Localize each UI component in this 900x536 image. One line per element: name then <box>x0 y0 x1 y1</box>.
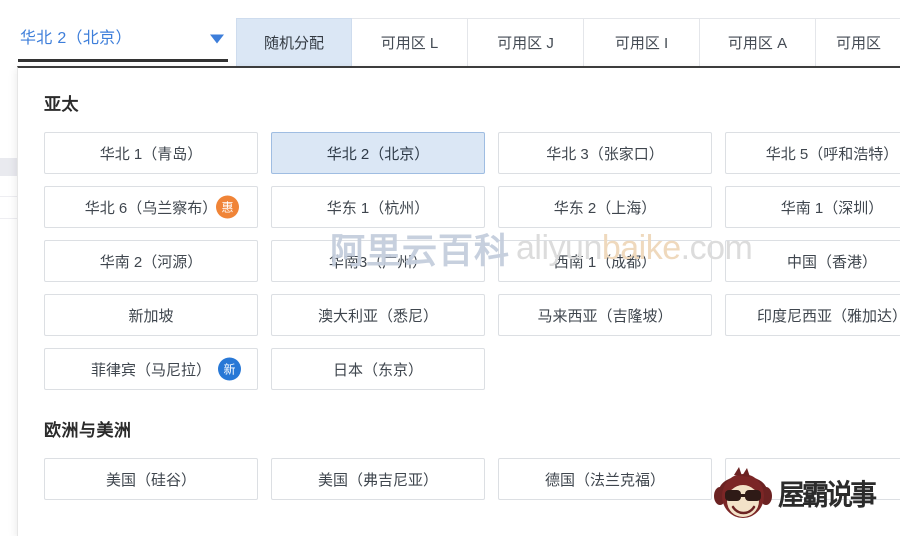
region-item[interactable]: 华北 3（张家口） <box>498 132 712 174</box>
zone-tab-label: 可用区 J <box>497 35 554 52</box>
region-item-label: 华南3（广州） <box>328 253 428 271</box>
zone-tab-label: 可用区 L <box>380 35 439 52</box>
zone-tab-2[interactable]: 可用区 J <box>468 18 584 67</box>
region-item-label: 菲律宾（马尼拉） <box>90 361 211 379</box>
region-item[interactable]: 印度尼西亚（雅加达） <box>725 294 900 336</box>
region-item-label: 德国（法兰克福） <box>544 471 665 489</box>
region-selector[interactable]: 华北 2（北京） <box>18 18 228 62</box>
region-item[interactable]: 澳大利亚（悉尼） <box>271 294 485 336</box>
region-item[interactable]: 日本（东京） <box>271 348 485 390</box>
region-item-label: 印度尼西亚（雅加达） <box>756 307 900 325</box>
region-item-label: 澳大利亚（悉尼） <box>317 307 438 325</box>
region-item-badge: 新 <box>218 357 241 381</box>
region-item-label: 华东 2（上海） <box>553 199 657 217</box>
region-item[interactable]: 华北 5（呼和浩特） <box>725 132 900 174</box>
region-group-title-asia-pacific: 亚太 <box>44 95 79 114</box>
zone-tab-bar: 随机分配 可用区 L 可用区 J 可用区 I 可用区 A 可用区 <box>236 18 900 67</box>
region-group-title-europe-americas: 欧洲与美洲 <box>44 421 132 440</box>
region-item-label: 中国（香港） <box>786 253 877 271</box>
region-item-label: 华北 1（青岛） <box>99 145 203 163</box>
zone-tab-0[interactable]: 随机分配 <box>236 18 352 67</box>
region-item[interactable]: 西南 1（成都） <box>498 240 712 282</box>
zone-tab-5[interactable]: 可用区 <box>816 18 900 67</box>
top-bar: 华北 2（北京） 随机分配 可用区 L 可用区 J 可用区 I 可用区 A 可用区 <box>0 0 900 68</box>
region-item-label: 华北 6（乌兰察布） <box>84 199 218 217</box>
region-item-label: 华南 1（深圳） <box>780 199 884 217</box>
region-item[interactable]: 德国（法兰克福） <box>498 458 712 500</box>
region-item[interactable]: 美国（弗吉尼亚） <box>271 458 485 500</box>
region-item[interactable]: 华北 1（青岛） <box>44 132 258 174</box>
region-grid-asia-pacific: 华北 1（青岛） 华北 2（北京） 华北 3（张家口） 华北 5（呼和浩特） 华北 6（… <box>44 132 900 390</box>
region-grid-europe-americas: 美国（硅谷） 美国（弗吉尼亚） 德国（法兰克福） <box>44 458 900 500</box>
zone-tab-3[interactable]: 可用区 I <box>584 18 700 67</box>
region-item[interactable]: 菲律宾（马尼拉） 新 <box>44 348 258 390</box>
region-item-label: 华北 5（呼和浩特） <box>765 145 899 163</box>
region-item <box>725 458 900 500</box>
region-item-label: 西南 1（成都） <box>553 253 657 271</box>
region-selector-value: 华北 2（北京） <box>20 29 132 47</box>
region-item-label: 美国（弗吉尼亚） <box>317 471 438 489</box>
region-item[interactable]: 华北 6（乌兰察布）惠 <box>44 186 258 228</box>
chevron-down-icon[interactable] <box>210 34 224 43</box>
region-item[interactable]: 中国（香港） <box>725 240 900 282</box>
region-item-label: 马来西亚（吉隆坡） <box>537 307 673 325</box>
zone-tab-label: 可用区 A <box>727 35 788 52</box>
region-item-label: 日本（东京） <box>332 361 423 379</box>
zone-tab-label: 可用区 <box>836 35 882 52</box>
zone-tab-4[interactable]: 可用区 A <box>700 18 816 67</box>
zone-tab-label: 随机分配 <box>263 35 324 52</box>
region-item-label: 美国（硅谷） <box>105 471 196 489</box>
region-item-label: 新加坡 <box>128 307 174 325</box>
region-item[interactable]: 华北 2（北京） <box>271 132 485 174</box>
zone-tab-1[interactable]: 可用区 L <box>352 18 468 67</box>
region-item[interactable]: 新加坡 <box>44 294 258 336</box>
region-item-label: 华北 2（北京） <box>326 145 430 163</box>
region-item-label: 华南 2（河源） <box>99 253 203 271</box>
region-item[interactable]: 华东 2（上海） <box>498 186 712 228</box>
region-item[interactable]: 华南3（广州） <box>271 240 485 282</box>
region-item[interactable]: 华南 2（河源） <box>44 240 258 282</box>
region-item-badge: 惠 <box>216 195 239 219</box>
region-item[interactable]: 马来西亚（吉隆坡） <box>498 294 712 336</box>
region-item-label: 华东 1（杭州） <box>326 199 430 217</box>
region-item[interactable]: 华南 1（深圳） <box>725 186 900 228</box>
region-item-label: 华北 3（张家口） <box>546 145 664 163</box>
region-panel-content: 亚太 华北 1（青岛） 华北 2（北京） 华北 3（张家口） 华北 5（呼和浩特） 华北… <box>18 68 900 500</box>
region-dropdown-panel: 亚太 华北 1（青岛） 华北 2（北京） 华北 3（张家口） 华北 5（呼和浩特） 华北… <box>17 66 900 536</box>
region-item[interactable]: 华东 1（杭州） <box>271 186 485 228</box>
region-item[interactable]: 美国（硅谷） <box>44 458 258 500</box>
zone-tab-label: 可用区 I <box>614 35 669 52</box>
